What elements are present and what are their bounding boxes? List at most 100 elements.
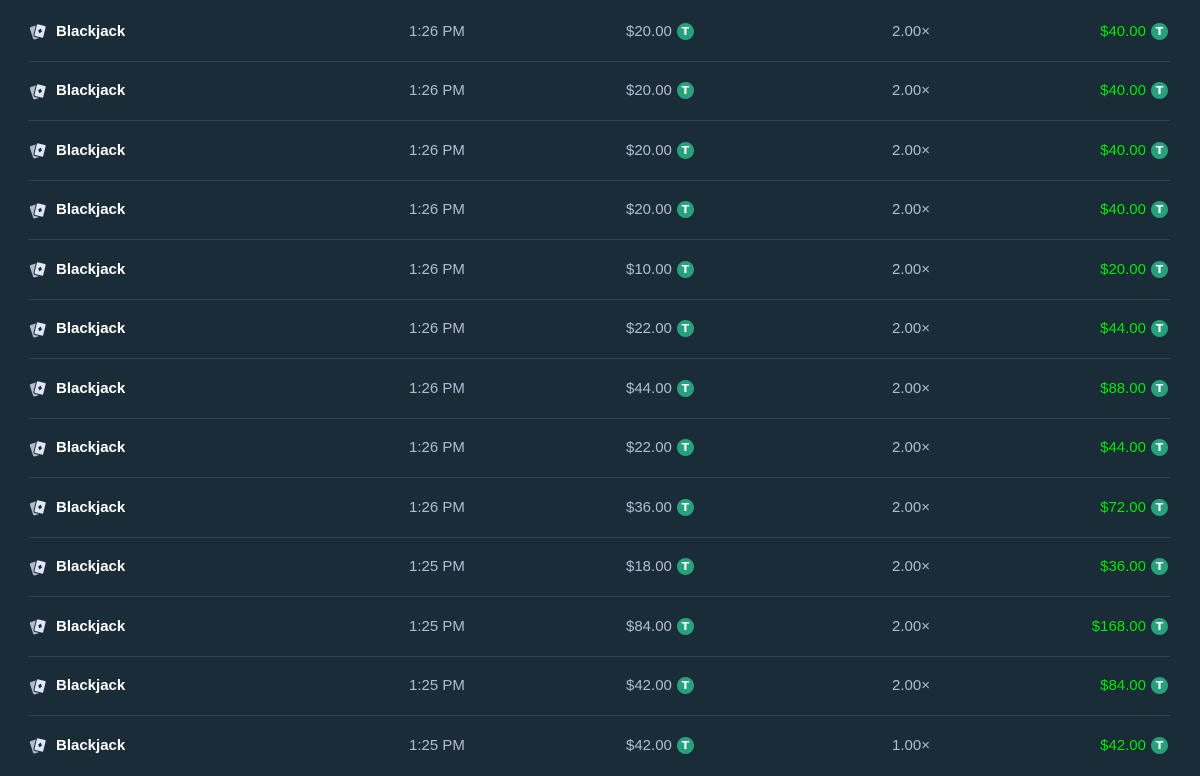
tether-usdt-icon: T xyxy=(676,141,694,159)
cards-icon xyxy=(28,319,48,339)
cards-icon xyxy=(28,140,48,160)
bet-amount-cell: $36.00 T xyxy=(626,478,694,536)
game-name: Blackjack xyxy=(56,260,126,278)
bet-row: Blackjack 1:26 PM $22.00 T 2.00× $44.00 T xyxy=(28,300,1170,359)
game-link[interactable]: Blackjack xyxy=(28,597,125,655)
bet-time: 1:26 PM xyxy=(409,379,465,397)
bet-amount-cell: $18.00 T xyxy=(626,538,694,596)
multiplier: 2.00× xyxy=(892,558,930,575)
bet-time: 1:26 PM xyxy=(409,82,465,99)
bet-row: Blackjack 1:26 PM $10.00 T 2.00× $20.00 T xyxy=(28,240,1170,300)
payout-cell: $84.00 T xyxy=(1100,657,1168,715)
game-name: Blackjack xyxy=(56,201,126,218)
tether-usdt-icon: T xyxy=(1151,379,1168,397)
tether-usdt-icon: T xyxy=(1151,22,1168,40)
payout-amount: $36.00 xyxy=(1100,558,1146,575)
bet-amount-cell: $84.00 T xyxy=(626,597,694,655)
game-link[interactable]: Blackjack xyxy=(28,657,125,715)
bet-time: 1:26 PM xyxy=(409,439,465,456)
bet-row: Blackjack 1:25 PM $42.00 T 2.00× $84.00 T xyxy=(28,657,1170,716)
game-name: Blackjack xyxy=(56,379,126,397)
tether-usdt-icon: T xyxy=(676,736,694,754)
cards-icon xyxy=(28,497,48,517)
game-name: Blackjack xyxy=(56,736,126,754)
bet-amount: $20.00 xyxy=(626,141,672,159)
payout-amount: $44.00 xyxy=(1100,439,1146,456)
bet-time: 1:26 PM xyxy=(409,498,465,516)
payout-amount: $40.00 xyxy=(1100,82,1146,99)
multiplier: 2.00× xyxy=(892,260,930,278)
payout-cell: $40.00 T xyxy=(1100,121,1168,179)
bet-row: Blackjack 1:25 PM $84.00 T 2.00× $168.00 T xyxy=(28,597,1170,657)
game-name: Blackjack xyxy=(56,439,126,456)
payout-cell: $42.00 T xyxy=(1100,716,1168,774)
multiplier: 2.00× xyxy=(892,22,930,40)
bet-amount: $20.00 xyxy=(626,201,672,218)
multiplier: 2.00× xyxy=(892,141,930,159)
bet-amount: $42.00 xyxy=(626,736,672,754)
game-link[interactable]: Blackjack xyxy=(28,419,125,477)
bet-amount-cell: $22.00 T xyxy=(626,419,694,477)
game-link[interactable]: Blackjack xyxy=(28,538,125,596)
tether-usdt-icon: T xyxy=(1151,320,1168,337)
game-link[interactable]: Blackjack xyxy=(28,240,125,298)
cards-icon xyxy=(28,21,48,41)
tether-usdt-icon: T xyxy=(676,260,694,278)
bet-amount-cell: $44.00 T xyxy=(626,359,694,417)
tether-usdt-icon: T xyxy=(1151,677,1168,694)
payout-cell: $36.00 T xyxy=(1100,538,1168,596)
tether-usdt-icon: T xyxy=(676,82,694,99)
payout-amount: $20.00 xyxy=(1100,260,1146,278)
tether-usdt-icon: T xyxy=(1151,141,1168,159)
payout-cell: $40.00 T xyxy=(1100,2,1168,60)
payout-amount: $72.00 xyxy=(1100,498,1146,516)
bet-amount: $44.00 xyxy=(626,379,672,397)
game-link[interactable]: Blackjack xyxy=(28,359,125,417)
multiplier: 2.00× xyxy=(892,439,930,456)
game-name: Blackjack xyxy=(56,22,126,40)
game-link[interactable]: Blackjack xyxy=(28,181,125,239)
payout-cell: $40.00 T xyxy=(1100,181,1168,239)
game-link[interactable]: Blackjack xyxy=(28,121,125,179)
bet-amount-cell: $10.00 T xyxy=(626,240,694,298)
tether-usdt-icon: T xyxy=(1151,260,1168,278)
tether-usdt-icon: T xyxy=(1151,736,1168,754)
payout-amount: $88.00 xyxy=(1100,379,1146,397)
multiplier: 2.00× xyxy=(892,201,930,218)
multiplier: 2.00× xyxy=(892,320,930,337)
game-link[interactable]: Blackjack xyxy=(28,62,125,120)
bet-time: 1:25 PM xyxy=(409,617,465,635)
cards-icon xyxy=(28,200,48,220)
bet-row: Blackjack 1:26 PM $22.00 T 2.00× $44.00 T xyxy=(28,419,1170,478)
tether-usdt-icon: T xyxy=(1151,617,1168,635)
bet-row: Blackjack 1:26 PM $36.00 T 2.00× $72.00 T xyxy=(28,478,1170,538)
game-link[interactable]: Blackjack xyxy=(28,2,125,60)
payout-cell: $88.00 T xyxy=(1100,359,1168,417)
cards-icon xyxy=(28,676,48,696)
bet-row: Blackjack 1:26 PM $44.00 T 2.00× $88.00 T xyxy=(28,359,1170,419)
bet-row: Blackjack 1:26 PM $20.00 T 2.00× $40.00 T xyxy=(28,121,1170,181)
bet-amount: $22.00 xyxy=(626,439,672,456)
game-name: Blackjack xyxy=(56,82,126,99)
bet-amount: $22.00 xyxy=(626,320,672,337)
multiplier: 1.00× xyxy=(892,736,930,754)
game-link[interactable]: Blackjack xyxy=(28,300,125,358)
bet-time: 1:25 PM xyxy=(409,736,465,754)
bet-time: 1:26 PM xyxy=(409,320,465,337)
bet-amount-cell: $20.00 T xyxy=(626,62,694,120)
game-name: Blackjack xyxy=(56,677,126,694)
bet-amount-cell: $22.00 T xyxy=(626,300,694,358)
cards-icon xyxy=(28,378,48,398)
game-link[interactable]: Blackjack xyxy=(28,716,125,774)
cards-icon xyxy=(28,81,48,101)
bet-amount: $20.00 xyxy=(626,82,672,99)
tether-usdt-icon: T xyxy=(676,379,694,397)
tether-usdt-icon: T xyxy=(1151,82,1168,99)
game-link[interactable]: Blackjack xyxy=(28,478,125,536)
game-name: Blackjack xyxy=(56,617,126,635)
payout-cell: $168.00 T xyxy=(1092,597,1168,655)
tether-usdt-icon: T xyxy=(676,320,694,337)
bet-amount: $36.00 xyxy=(626,498,672,516)
tether-usdt-icon: T xyxy=(1151,439,1168,456)
bet-amount: $18.00 xyxy=(626,558,672,575)
